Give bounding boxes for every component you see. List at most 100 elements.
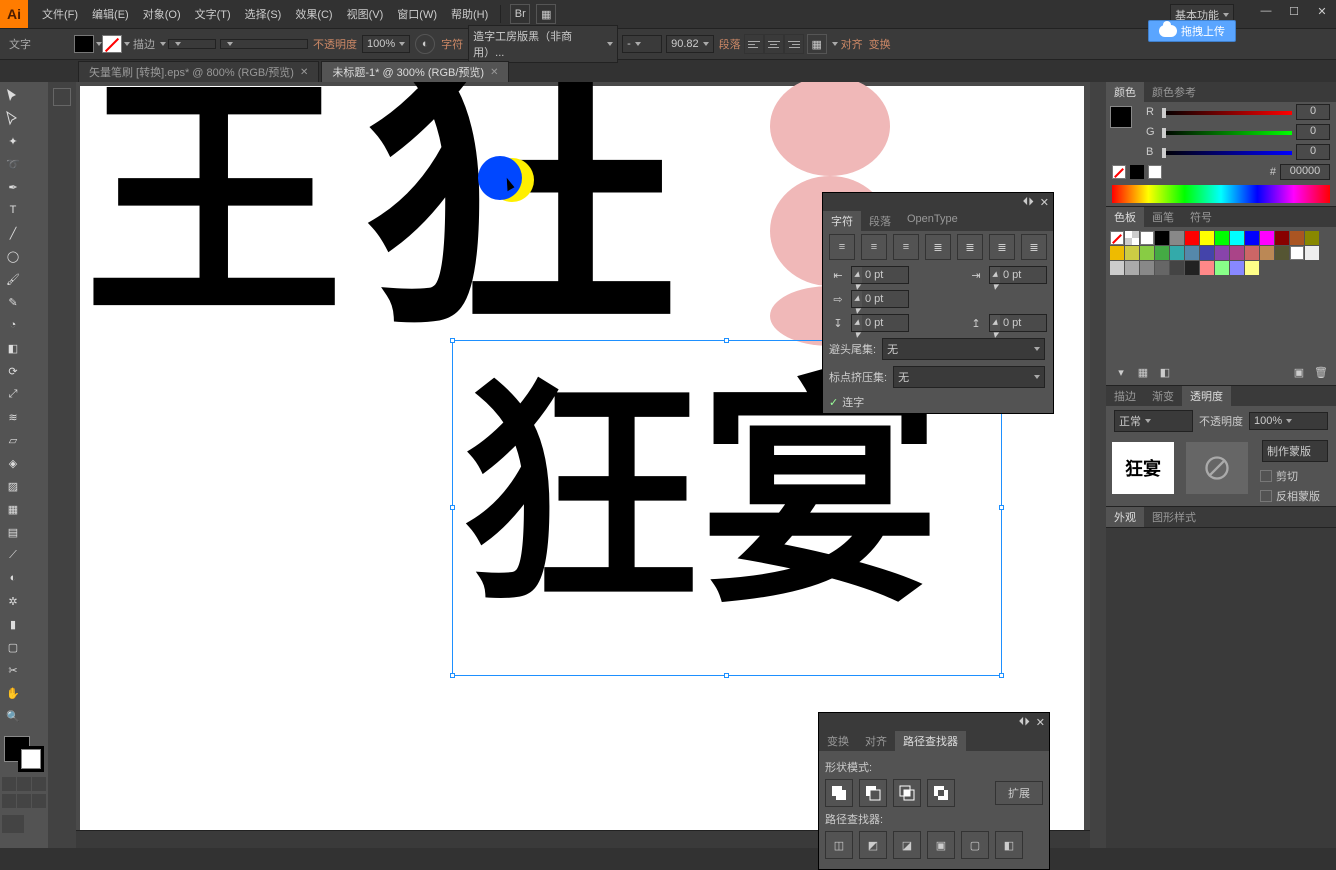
stroke-swatch[interactable] <box>102 35 122 53</box>
expand-button[interactable]: 扩展 <box>995 781 1043 805</box>
tab-opentype[interactable]: OpenType <box>899 211 966 231</box>
tab-appearance[interactable]: 外观 <box>1106 507 1144 527</box>
blob-brush-tool[interactable]: ◔ <box>2 314 24 336</box>
minus-front-button[interactable] <box>859 779 887 807</box>
font-label[interactable]: 字符 <box>441 36 463 52</box>
eyedropper-tool[interactable]: ⟋ <box>2 544 24 566</box>
make-mask-button[interactable]: 制作蒙版 <box>1262 440 1328 462</box>
align-right-button[interactable] <box>784 34 804 54</box>
justify-l-btn[interactable]: ≣ <box>925 234 951 260</box>
font-style[interactable]: - <box>622 35 662 53</box>
justify-r-btn[interactable]: ≣ <box>989 234 1015 260</box>
lasso-tool[interactable]: ➰ <box>2 153 24 175</box>
tab-close-icon[interactable]: ✕ <box>490 67 498 78</box>
blend-tool[interactable]: ◐ <box>2 567 24 589</box>
menu-object[interactable]: 对象(O) <box>137 2 187 26</box>
width-tool[interactable]: ≋ <box>2 406 24 428</box>
slice-tool[interactable]: ✂ <box>2 659 24 681</box>
spectrum-bar[interactable] <box>1112 185 1330 203</box>
zoom-tool[interactable]: 🔍 <box>2 705 24 727</box>
scale-tool[interactable]: ⤢ <box>2 383 24 405</box>
tab-transform[interactable]: 变换 <box>819 731 857 751</box>
tab-symbols[interactable]: 符号 <box>1182 207 1220 227</box>
g-slider[interactable] <box>1162 127 1292 137</box>
align-r-btn[interactable]: ≡ <box>893 234 919 260</box>
align-center-button[interactable] <box>764 34 784 54</box>
tab-pathfinder[interactable]: 路径查找器 <box>895 731 966 751</box>
symbol-sprayer-tool[interactable]: ✲ <box>2 590 24 612</box>
none-color-icon[interactable] <box>1112 165 1126 179</box>
mesh-tool[interactable]: ▦ <box>2 498 24 520</box>
menu-file[interactable]: 文件(F) <box>36 2 84 26</box>
hex-input[interactable]: 00000 <box>1280 164 1330 180</box>
magic-wand-tool[interactable]: ✦ <box>2 130 24 152</box>
ellipse-tool[interactable]: ◯ <box>2 245 24 267</box>
tab-graphic-styles[interactable]: 图形样式 <box>1144 507 1204 527</box>
space-before-input[interactable]: ▴▾0 pt <box>851 314 909 332</box>
stroke-weight[interactable] <box>168 39 216 49</box>
gradient-tool[interactable]: ▤ <box>2 521 24 543</box>
panel-collapse-icon[interactable]: ⏴⏵ <box>1019 716 1030 729</box>
color-fill-swatch[interactable] <box>1110 106 1132 128</box>
minimize-icon[interactable]: — <box>1252 0 1280 22</box>
tab-align[interactable]: 对齐 <box>857 731 895 751</box>
menu-type[interactable]: 文字(T) <box>189 2 237 26</box>
indent-left-input[interactable]: ▴▾0 pt <box>851 266 909 284</box>
unite-button[interactable] <box>825 779 853 807</box>
panel-close-icon[interactable]: ✕ <box>1036 716 1045 729</box>
outline-button[interactable]: ▢ <box>961 831 989 859</box>
fill-stroke-widget[interactable] <box>2 734 46 774</box>
pathfinder-panel[interactable]: ⏴⏵✕ 变换 对齐 路径查找器 形状模式: 扩展 路径查找器: ◫ ◩ ◪ ▣ … <box>818 712 1050 870</box>
swatch-buttons[interactable]: ▾▦◧ ▣🗑 <box>1106 359 1336 385</box>
menu-effect[interactable]: 效果(C) <box>289 2 338 26</box>
intersect-button[interactable] <box>893 779 921 807</box>
para-label[interactable]: 段落 <box>719 36 741 52</box>
shape-builder-tool[interactable]: ◈ <box>2 452 24 474</box>
justify-c-btn[interactable]: ≣ <box>957 234 983 260</box>
close-icon[interactable]: ✕ <box>1308 0 1336 22</box>
crop-button[interactable]: ▣ <box>927 831 955 859</box>
align-c-btn[interactable]: ≡ <box>861 234 887 260</box>
font-size[interactable]: 90.82 <box>666 35 714 53</box>
align-label[interactable]: 对齐 <box>841 36 863 52</box>
r-slider[interactable] <box>1162 107 1292 117</box>
eraser-tool[interactable]: ◧ <box>2 337 24 359</box>
opacity-label[interactable]: 不透明度 <box>313 36 357 52</box>
align-l-btn[interactable]: ≡ <box>829 234 855 260</box>
tab-paragraph[interactable]: 段落 <box>861 211 899 231</box>
bridge-icon[interactable]: Br <box>510 4 530 24</box>
b-slider[interactable] <box>1162 147 1292 157</box>
tab-color[interactable]: 颜色 <box>1106 82 1144 102</box>
r-value[interactable]: 0 <box>1296 104 1330 120</box>
stroke-profile[interactable] <box>220 39 308 49</box>
draw-mode-buttons[interactable] <box>2 794 46 808</box>
tab-gradient[interactable]: 渐变 <box>1144 386 1182 406</box>
screen-mode-button[interactable] <box>2 815 46 833</box>
graph-tool[interactable]: ▮ <box>2 613 24 635</box>
line-tool[interactable]: ╱ <box>2 222 24 244</box>
free-transform-tool[interactable]: ▱ <box>2 429 24 451</box>
exclude-button[interactable] <box>927 779 955 807</box>
indent-right-input[interactable]: ▴▾0 pt <box>989 266 1047 284</box>
cloud-upload-button[interactable]: 拖拽上传 <box>1148 20 1236 42</box>
artboard-tool[interactable]: ▢ <box>2 636 24 658</box>
tab-brushes[interactable]: 画笔 <box>1144 207 1182 227</box>
rotate-tool[interactable]: ⟳ <box>2 360 24 382</box>
blend-mode[interactable]: 正常 <box>1114 410 1193 432</box>
tab-doc2[interactable]: 未标题-1* @ 300% (RGB/预览)✕ <box>321 61 509 82</box>
g-value[interactable]: 0 <box>1296 124 1330 140</box>
opacity-input[interactable]: 100% <box>362 35 410 53</box>
mojikumi-select[interactable]: 无 <box>893 366 1045 388</box>
menu-select[interactable]: 选择(S) <box>239 2 288 26</box>
paintbrush-tool[interactable]: 🖌 <box>2 268 24 290</box>
clip-check[interactable] <box>1260 470 1272 482</box>
selection-tool[interactable] <box>2 84 24 106</box>
hyphenate-check-icon[interactable]: ✓ <box>829 396 838 409</box>
divide-button[interactable]: ◫ <box>825 831 853 859</box>
align-panel-icon[interactable]: ▦ <box>807 34 827 54</box>
transform-label[interactable]: 变换 <box>869 36 891 52</box>
collapsed-panels-left[interactable] <box>48 82 76 848</box>
trim-button[interactable]: ◩ <box>859 831 887 859</box>
mask-thumb[interactable] <box>1186 442 1248 494</box>
recolor-icon[interactable]: ◐ <box>415 34 435 54</box>
